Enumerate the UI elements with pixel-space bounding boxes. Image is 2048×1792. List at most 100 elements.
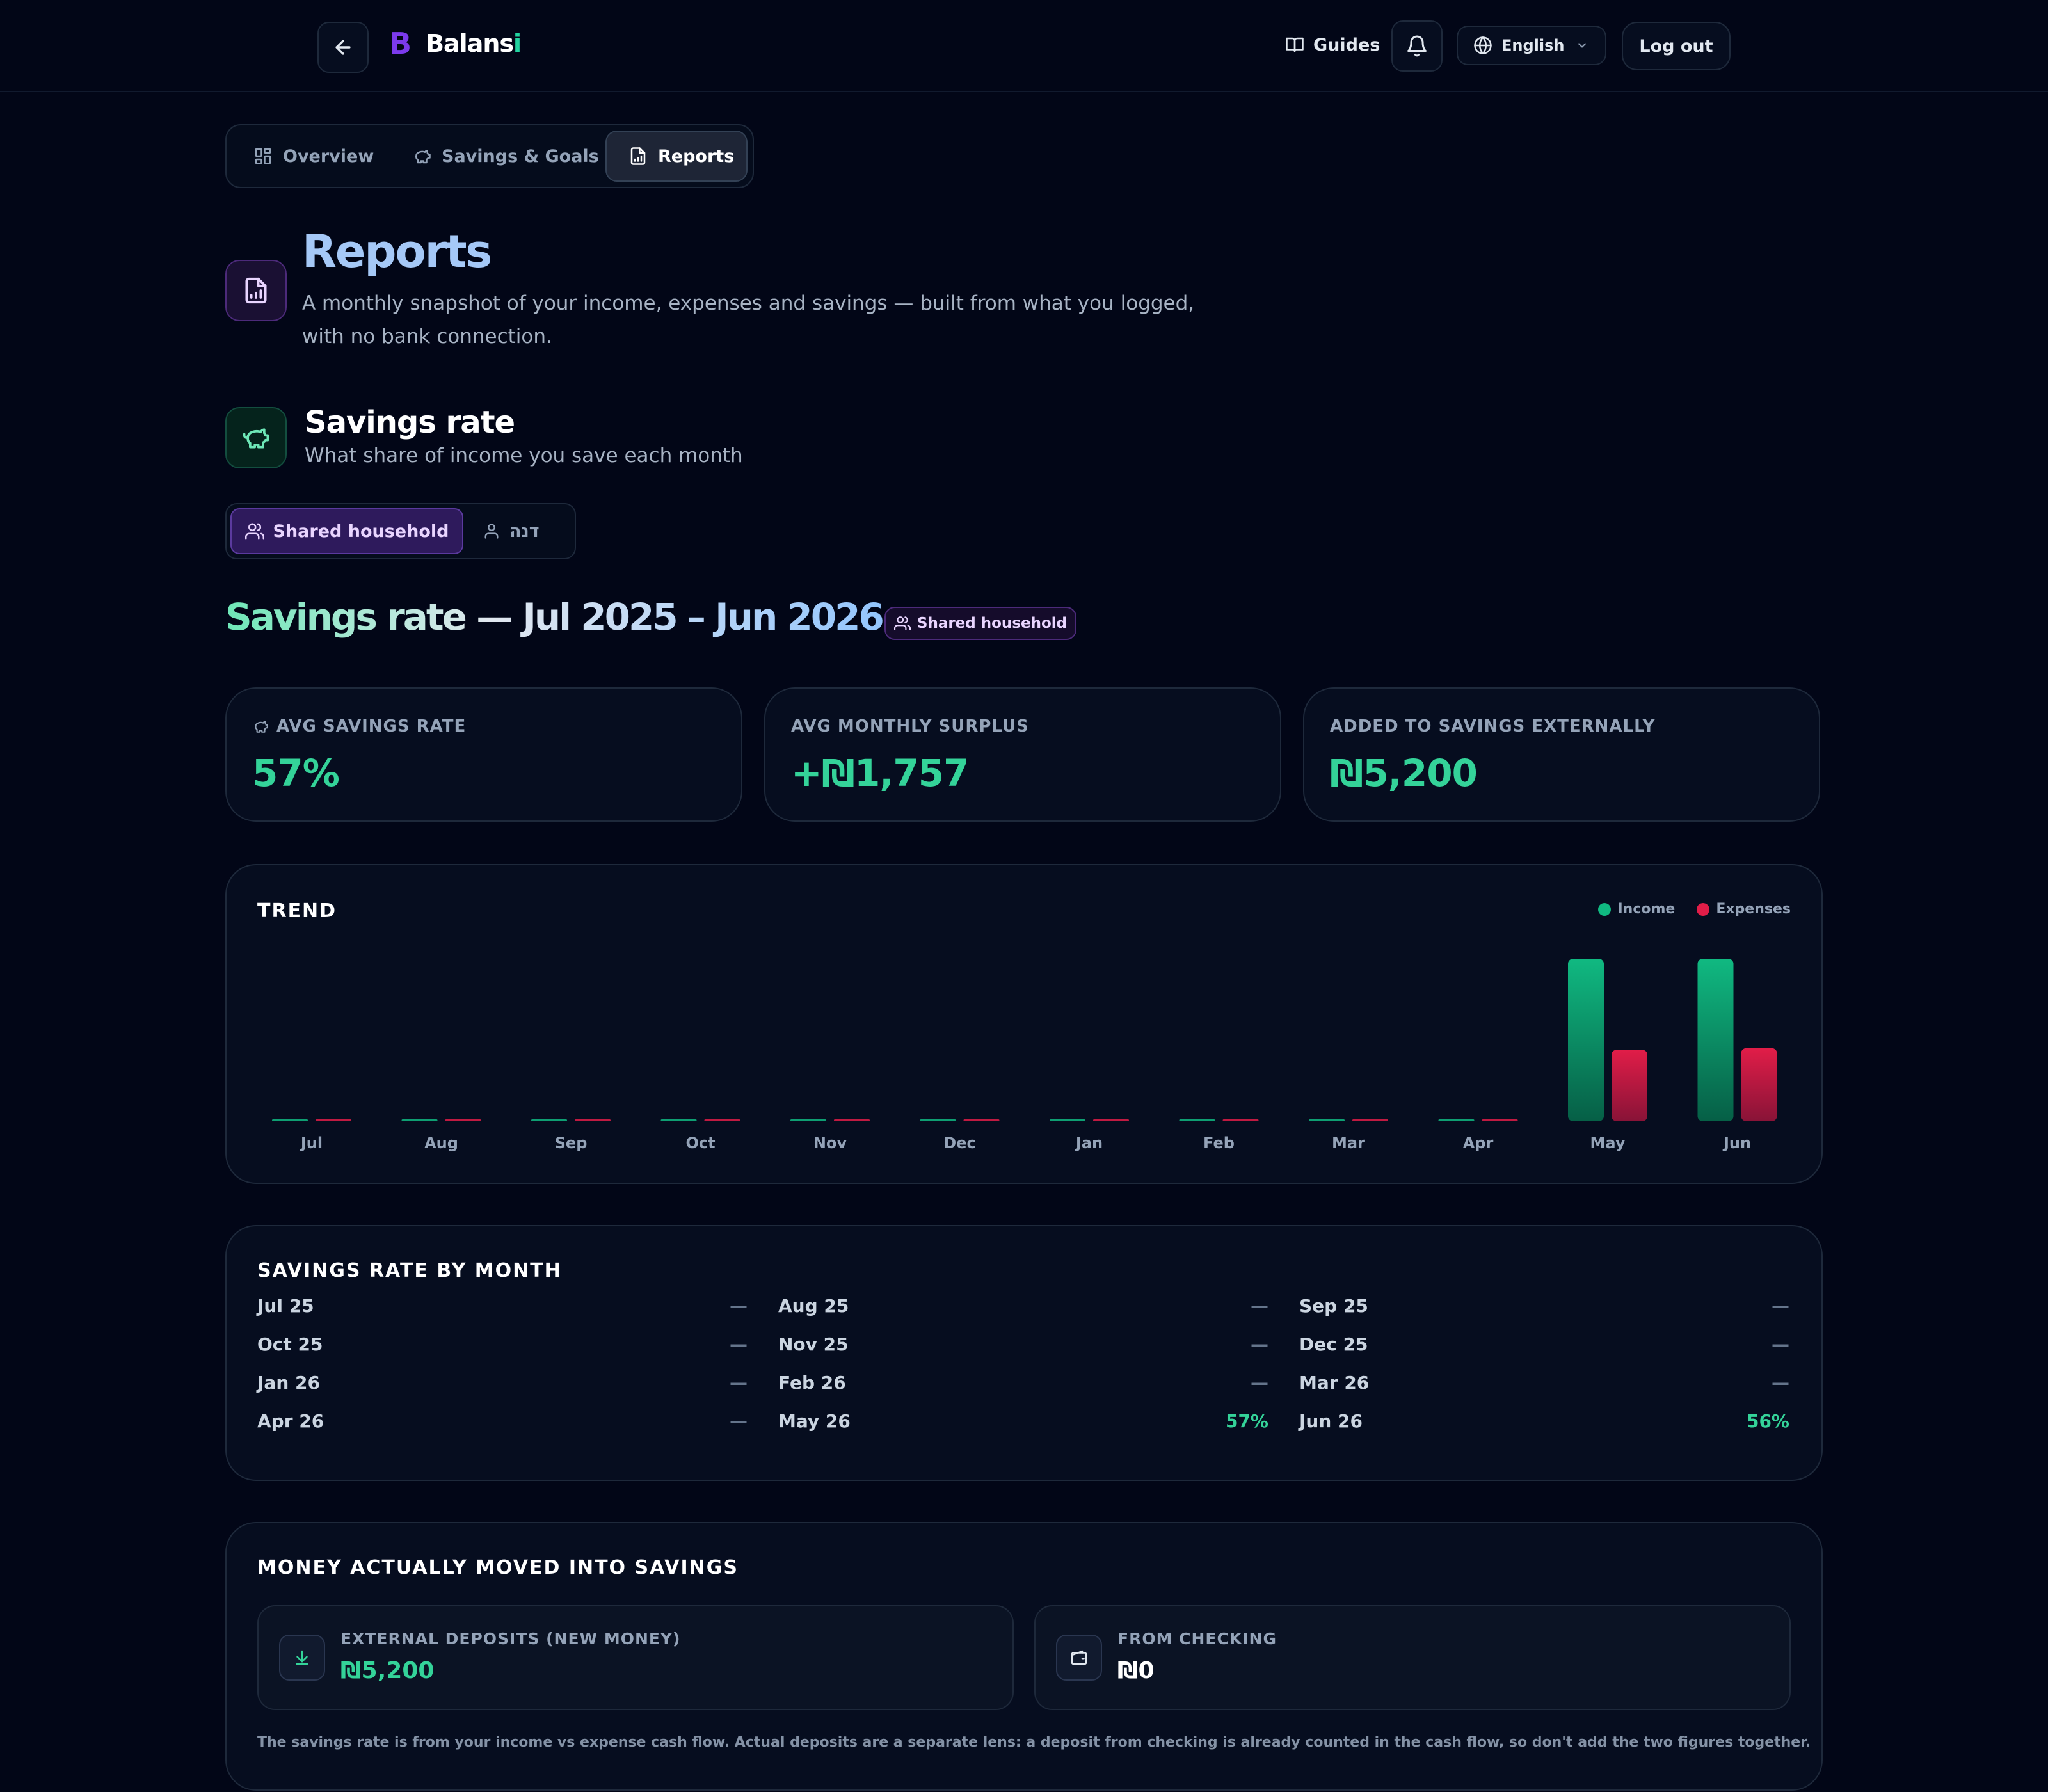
back-button[interactable] [317, 22, 369, 73]
month-rate: — [730, 1410, 748, 1432]
x-tick-label: Oct [685, 1134, 715, 1152]
x-tick-label: Dec [943, 1134, 975, 1152]
month-label: Aug 25 [778, 1295, 849, 1316]
stat-card-avg-savings-rate: AVG SAVINGS RATE 57% [225, 687, 742, 822]
month-row: Dec 25 — [1299, 1331, 1789, 1357]
money-moved-card: MONEY ACTUALLY MOVED INTO SAVINGS EXTERN… [225, 1522, 1823, 1791]
users-icon [893, 616, 911, 630]
shared-household-toggle[interactable]: Shared household [230, 508, 463, 554]
month-rate: — [1251, 1295, 1268, 1316]
brand-logo[interactable]: B Balansi [389, 24, 522, 63]
bar-expenses-nov [834, 1119, 870, 1121]
month-label: Jan 26 [257, 1372, 320, 1393]
tab-label: Savings & Goals [442, 146, 599, 166]
x-tick-label: Aug [424, 1134, 458, 1152]
bar-expenses-apr [1482, 1119, 1518, 1121]
footnote: The savings rate is from your income vs … [257, 1734, 1811, 1750]
download-icon [279, 1635, 325, 1681]
x-tick-label: Sep [555, 1134, 588, 1152]
bar-income-feb [1179, 1119, 1215, 1121]
month-row: Feb 26 — [778, 1370, 1268, 1395]
month-rate: — [1251, 1333, 1268, 1355]
x-tick-label: Feb [1203, 1134, 1235, 1152]
chevron-down-icon [1578, 43, 1587, 48]
guides-label: Guides [1313, 35, 1380, 55]
bar-expenses-oct [704, 1119, 740, 1121]
x-tick-label: Jul [300, 1134, 323, 1152]
bar-expenses-sep [575, 1119, 611, 1121]
month-rate: 56% [1746, 1410, 1789, 1432]
bar-income-nov [790, 1119, 826, 1121]
month-row: Sep 25 — [1299, 1293, 1789, 1318]
month-rate: 57% [1225, 1410, 1268, 1432]
language-label: English [1501, 36, 1565, 54]
main-tabs: Overview Savings & Goals Reports [225, 124, 754, 188]
logout-button[interactable]: Log out [1622, 22, 1731, 70]
page-subtitle: A monthly snapshot of your income, expen… [302, 292, 1195, 348]
external-deposits-card: EXTERNAL DEPOSITS (NEW MONEY) ₪5,200 [257, 1605, 1014, 1710]
tab-savings-goals[interactable]: Savings & Goals [412, 131, 599, 182]
report-icon [630, 147, 646, 165]
month-rate: — [1772, 1372, 1789, 1393]
scope-toggle: Shared household דנה [225, 503, 576, 559]
month-rate: — [1251, 1372, 1268, 1393]
stat-label: AVG SAVINGS RATE [252, 717, 466, 736]
money-moved-title: MONEY ACTUALLY MOVED INTO SAVINGS [257, 1556, 739, 1579]
stat-value: 57% [252, 751, 340, 795]
users-icon [244, 523, 264, 540]
month-row: Jan 26 — [257, 1370, 748, 1395]
toggle-label: דנה [509, 521, 540, 541]
tab-reports[interactable]: Reports [605, 131, 748, 182]
bar-expenses-dec [963, 1119, 1000, 1121]
guides-link[interactable]: Guides [1285, 31, 1380, 59]
month-row: Aug 25 — [778, 1293, 1268, 1318]
grid-icon [255, 148, 271, 164]
month-label: Feb 26 [778, 1372, 846, 1393]
page-title: Reports [302, 225, 492, 278]
stat-card-avg-monthly-surplus: AVG MONTHLY SURPLUS +₪1,757 [764, 687, 1281, 822]
language-selector[interactable]: English [1457, 26, 1606, 65]
from-checking-card: FROM CHECKING ₪0 [1034, 1605, 1791, 1710]
month-rate: — [1772, 1333, 1789, 1355]
month-row: Nov 25 — [778, 1331, 1268, 1357]
month-rate: — [730, 1333, 748, 1355]
piggy-bank-icon [415, 150, 431, 164]
bar-expenses-feb [1222, 1119, 1259, 1121]
bar-income-mar [1309, 1119, 1345, 1121]
badge-label: Shared household [916, 615, 1068, 632]
month-rate: — [730, 1295, 748, 1316]
range-title: Savings rate — Jul 2025 – Jun 2026 [225, 595, 884, 639]
bar-expenses-mar [1352, 1119, 1388, 1121]
brand-name: Balansi [426, 29, 522, 58]
x-tick-label: Apr [1463, 1134, 1494, 1152]
external-deposits-value: ₪5,200 [340, 1658, 435, 1684]
tab-overview[interactable]: Overview [253, 131, 374, 182]
month-label: May 26 [778, 1410, 851, 1432]
bell-icon [1407, 35, 1427, 57]
toggle-label: Shared household [273, 521, 449, 541]
month-rate: — [730, 1372, 748, 1393]
month-label: Jul 25 [257, 1295, 314, 1316]
bar-income-may [1568, 959, 1604, 1121]
logo-mark: B [389, 26, 412, 61]
stat-card-added-externally: ADDED TO SAVINGS EXTERNALLY ₪5,200 [1303, 687, 1820, 822]
bar-income-jan [1050, 1119, 1085, 1121]
bar-income-aug [401, 1119, 438, 1121]
bar-income-jul [272, 1119, 308, 1121]
notifications-button[interactable] [1391, 20, 1443, 72]
trend-chart: Jul Aug Sep Oct Nov Dec Jan Feb Mar Apr May Jun [272, 959, 1777, 1152]
x-tick-label: Nov [813, 1134, 847, 1152]
user-icon [484, 524, 499, 539]
bar-expenses-aug [445, 1119, 481, 1121]
bar-expenses-may [1612, 1050, 1647, 1121]
bar-income-apr [1438, 1119, 1475, 1121]
personal-toggle[interactable]: דנה [483, 508, 540, 554]
from-checking-value: ₪0 [1117, 1658, 1155, 1684]
arrow-left-icon [335, 40, 351, 55]
tab-label: Overview [283, 146, 374, 166]
stat-label: ADDED TO SAVINGS EXTERNALLY [1330, 717, 1656, 736]
tab-label: Reports [658, 146, 735, 166]
trend-card: TREND Income Expenses Jul Aug Sep Oct Nov Dec… [225, 864, 1823, 1184]
month-row: Jul 25 — [257, 1293, 748, 1318]
report-icon [225, 260, 287, 321]
